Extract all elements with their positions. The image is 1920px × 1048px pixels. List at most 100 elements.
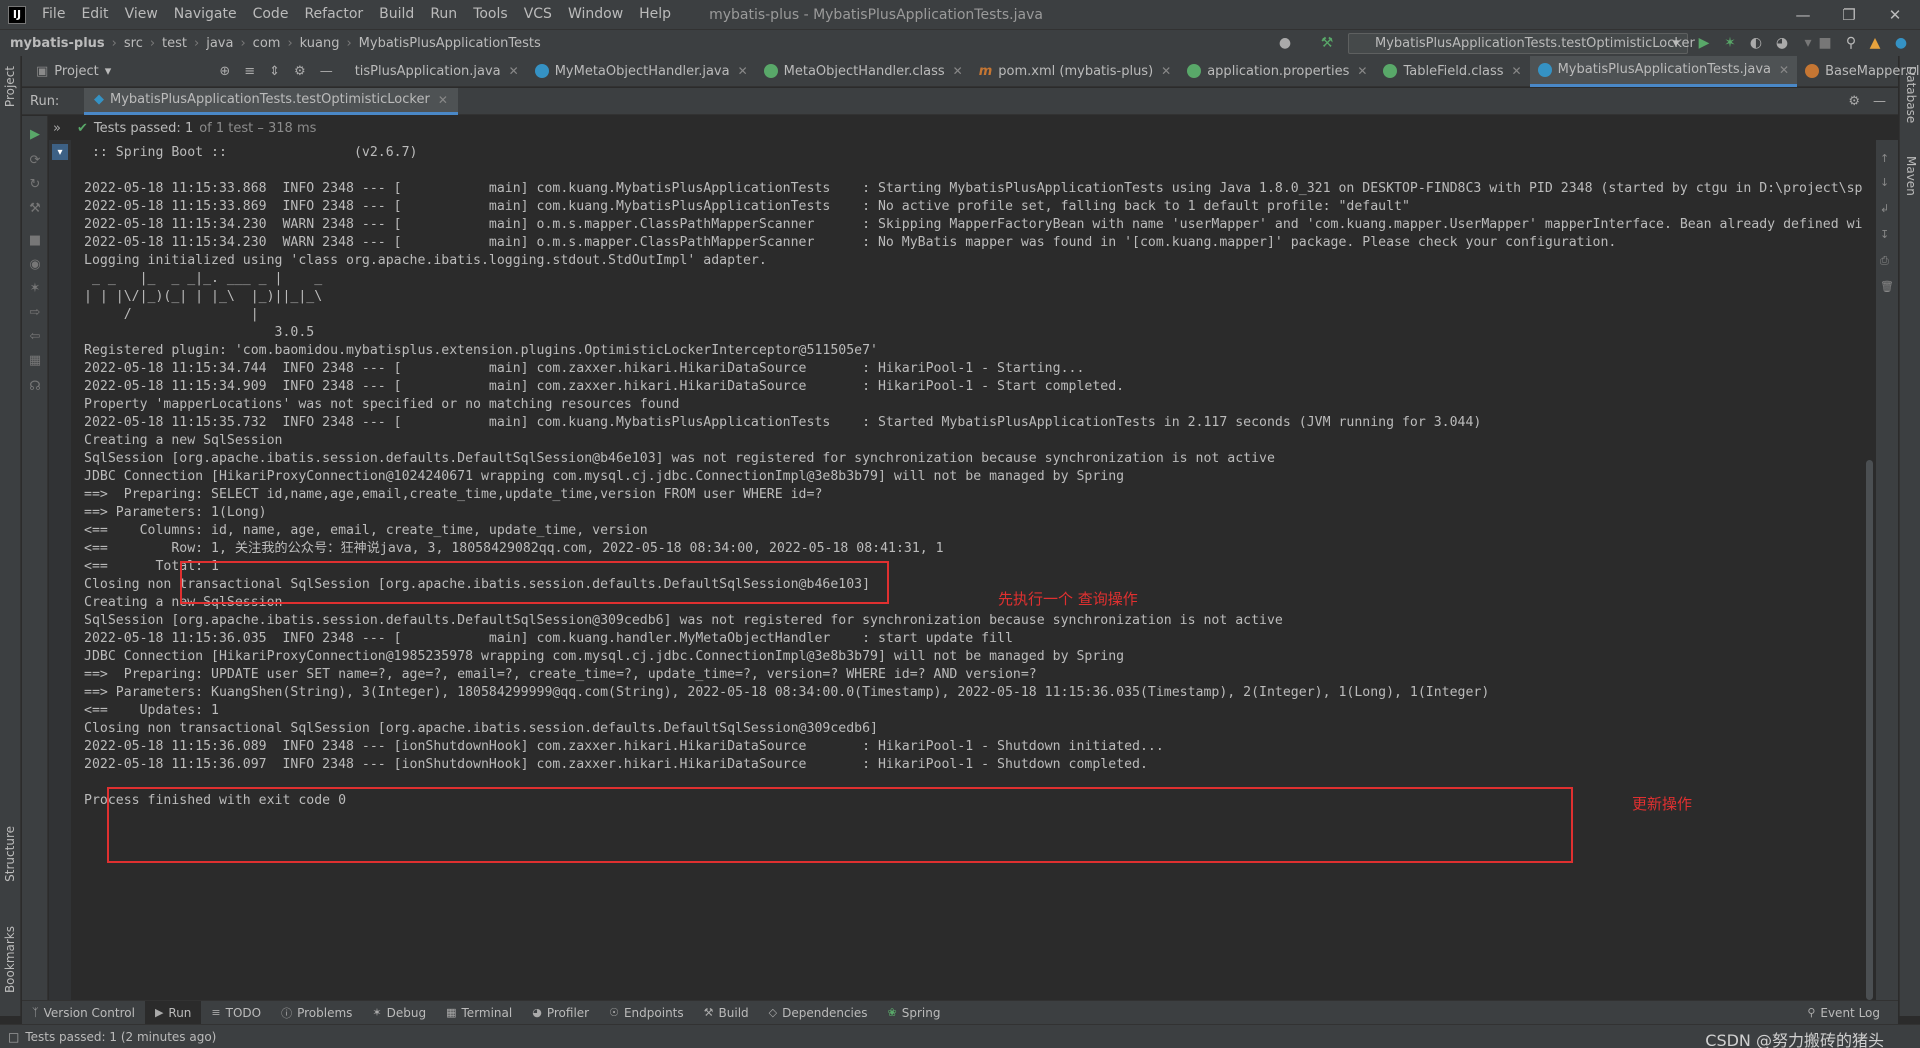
trash-icon[interactable]: 🗑: [1880, 280, 1894, 294]
scroll-to-end-icon[interactable]: ↧: [1880, 228, 1894, 242]
rerun-icon[interactable]: ▶: [27, 126, 43, 142]
close-icon[interactable]: ✕: [1161, 64, 1171, 78]
test-node-icon[interactable]: ▾: [52, 144, 68, 160]
up-icon[interactable]: ↑: [1880, 152, 1894, 166]
close-icon[interactable]: ✕: [953, 64, 963, 78]
tab-pom-xml[interactable]: m pom.xml (mybatis-plus) ✕: [971, 56, 1179, 87]
stop-icon[interactable]: ■: [27, 232, 43, 248]
updates-icon[interactable]: ▲: [1866, 34, 1884, 52]
check-icon: ✔: [77, 120, 88, 136]
tab-mymetaobjecthandler[interactable]: MyMetaObjectHandler.java ✕: [527, 56, 756, 87]
coverage-icon[interactable]: ◐: [1747, 34, 1765, 52]
toggle-auto-test-icon[interactable]: ↻: [27, 176, 43, 192]
debug-icon[interactable]: ✶: [1721, 34, 1739, 52]
locate-icon[interactable]: ⊕: [219, 64, 230, 79]
menu-view[interactable]: View: [117, 0, 166, 29]
menu-refactor[interactable]: Refactor: [296, 0, 371, 29]
run-tab[interactable]: ◆ MybatisPlusApplicationTests.testOptimi…: [84, 87, 458, 115]
console-line: 2022-05-18 11:15:35.732 INFO 2348 --- [ …: [84, 415, 1482, 430]
breadcrumb-class[interactable]: MybatisPlusApplicationTests: [359, 36, 541, 51]
gear-icon[interactable]: ⚙: [1848, 94, 1860, 109]
scrollbar-thumb[interactable]: [1866, 460, 1873, 1000]
tab-terminal[interactable]: ▦ Terminal: [436, 1001, 522, 1025]
close-window-icon[interactable]: ✕: [1872, 0, 1918, 29]
import-icon[interactable]: ⇦: [27, 328, 43, 344]
menu-tools[interactable]: Tools: [465, 0, 516, 29]
hide-icon[interactable]: —: [320, 64, 333, 79]
breadcrumb-com[interactable]: com: [253, 36, 281, 51]
tab-mybatisplusapplicationtests[interactable]: MybatisPlusApplicationTests.java ✕: [1529, 55, 1798, 87]
tab-profiler[interactable]: ◕ Profiler: [522, 1001, 599, 1025]
search-icon[interactable]: ⚲: [1842, 34, 1860, 52]
tab-endpoints[interactable]: ☉ Endpoints: [599, 1001, 694, 1025]
build-hammer-icon[interactable]: ⚒: [1318, 34, 1336, 52]
tab-problems[interactable]: ⓘ Problems: [271, 1001, 362, 1025]
print-icon[interactable]: ⎙: [1880, 254, 1894, 268]
run-configuration-select[interactable]: MybatisPlusApplicationTests.testOptimist…: [1348, 33, 1695, 54]
tab-mybatisplusapplication[interactable]: tisPlusApplication.java ✕: [347, 56, 527, 87]
tab-spring[interactable]: ❀ Spring: [878, 1001, 951, 1025]
export-icon[interactable]: ⇨: [27, 304, 43, 320]
close-icon[interactable]: ✕: [1779, 63, 1789, 77]
console-scrollbar[interactable]: [1862, 140, 1876, 1000]
run-icon[interactable]: ▶: [1695, 34, 1713, 52]
close-icon[interactable]: ✕: [738, 64, 748, 78]
minimize-icon[interactable]: —: [1780, 0, 1826, 29]
breadcrumb-src[interactable]: src: [124, 36, 143, 51]
debug-icon[interactable]: ✶: [27, 280, 43, 296]
tab-basemapper-class[interactable]: BaseMapper.class✕: [1797, 56, 1920, 87]
expand-icon[interactable]: »: [53, 121, 61, 136]
project-tool-window-button[interactable]: Project: [3, 66, 17, 107]
menu-code[interactable]: Code: [245, 0, 297, 29]
close-icon[interactable]: ✕: [438, 93, 448, 107]
tab-run[interactable]: ▶ Run: [144, 1000, 202, 1025]
tab-tablefield-class[interactable]: TableField.class ✕: [1375, 56, 1529, 87]
layout-icon[interactable]: ▦: [27, 352, 43, 368]
menu-help[interactable]: Help: [631, 0, 679, 29]
more-run-icon[interactable]: ▾: [1799, 34, 1817, 52]
interface-icon: [763, 64, 778, 78]
rerun-failed-icon[interactable]: ⟳: [27, 152, 43, 168]
menu-run[interactable]: Run: [422, 0, 465, 29]
tab-todo[interactable]: ≡ TODO: [201, 1001, 271, 1025]
soft-wrap-icon[interactable]: ↲: [1880, 202, 1894, 216]
tab-metaobjecthandler-class[interactable]: MetaObjectHandler.class ✕: [756, 56, 971, 87]
breadcrumb-kuang[interactable]: kuang: [300, 36, 340, 51]
bookmarks-tool-window-button[interactable]: Bookmarks: [3, 926, 17, 993]
close-icon[interactable]: ✕: [1357, 64, 1367, 78]
breadcrumb-project[interactable]: mybatis-plus: [10, 36, 105, 51]
collapse-all-icon[interactable]: ≡: [244, 64, 255, 79]
menu-navigate[interactable]: Navigate: [166, 0, 245, 29]
wrench-icon[interactable]: ⚒: [27, 200, 43, 216]
breadcrumb-java[interactable]: java: [206, 36, 233, 51]
status-layout-icon[interactable]: □: [8, 1030, 19, 1044]
menu-file[interactable]: File: [34, 0, 73, 29]
tab-build[interactable]: ⚒ Build: [694, 1001, 759, 1025]
tab-event-log[interactable]: ⚲ Event Log: [1797, 1001, 1890, 1025]
tab-debug[interactable]: ✶ Debug: [362, 1001, 436, 1025]
menu-build[interactable]: Build: [371, 0, 422, 29]
user-icon[interactable]: ●: [1276, 34, 1294, 52]
project-view-selector[interactable]: ▣ Project ▾: [22, 64, 111, 79]
menu-window[interactable]: Window: [560, 0, 631, 29]
camera-icon[interactable]: ◉: [27, 256, 43, 272]
breadcrumb-test[interactable]: test: [162, 36, 187, 51]
tab-application-properties[interactable]: application.properties ✕: [1179, 56, 1375, 87]
profiler-icon[interactable]: ◕: [1773, 34, 1791, 52]
gear-icon[interactable]: ⚙: [294, 64, 306, 79]
maven-tool-window-button[interactable]: Maven: [1904, 156, 1918, 196]
hide-panel-icon[interactable]: —: [1873, 94, 1886, 109]
structure-tool-window-button[interactable]: Structure: [3, 826, 17, 882]
tab-dependencies[interactable]: ◇ Dependencies: [759, 1001, 878, 1025]
menu-vcs[interactable]: VCS: [516, 0, 560, 29]
close-icon[interactable]: ✕: [1512, 64, 1522, 78]
close-icon[interactable]: ✕: [509, 64, 519, 78]
tab-version-control[interactable]: ᛉ Version Control: [22, 1001, 145, 1025]
expand-all-icon[interactable]: ⇕: [269, 64, 280, 79]
down-icon[interactable]: ↓: [1880, 176, 1894, 190]
restore-icon[interactable]: ❐: [1826, 0, 1872, 29]
stop-icon[interactable]: ■: [1816, 34, 1834, 52]
menu-edit[interactable]: Edit: [73, 0, 116, 29]
jetbrains-icon[interactable]: ●: [1892, 34, 1910, 52]
pin-icon[interactable]: ☊: [27, 378, 43, 394]
